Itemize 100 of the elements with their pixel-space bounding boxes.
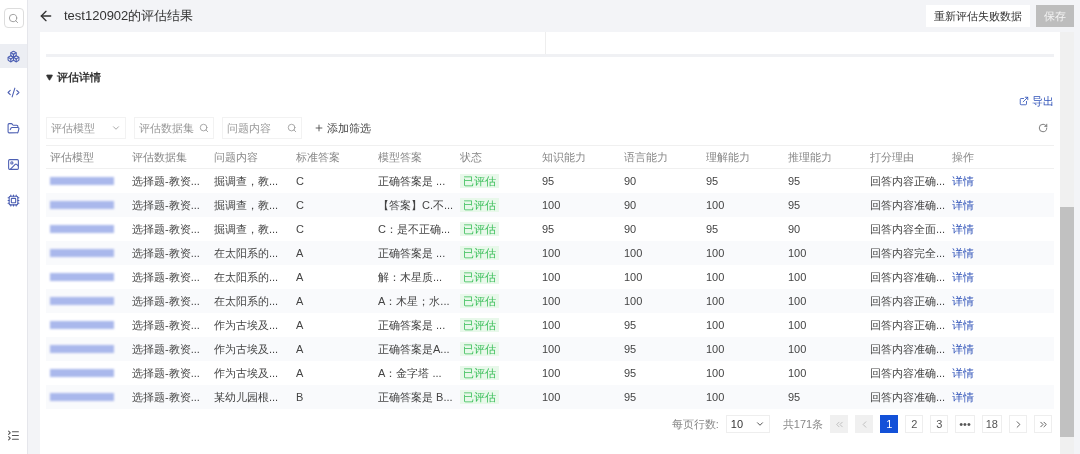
column-header: 理解能力 (706, 150, 750, 163)
table-cell: 选择题-教资... (132, 198, 200, 211)
table-cell: 回答内容全面... (870, 222, 946, 235)
table-cell: 掘调查，教... (214, 174, 279, 187)
table-cell: 100 (788, 318, 807, 331)
table-cell: 回答内容准确... (870, 342, 946, 355)
blurred-text (50, 249, 114, 257)
column-header: 推理能力 (788, 150, 832, 163)
table-cell: A (296, 294, 304, 307)
table-cell: 回答内容准确... (870, 270, 946, 283)
table-cell: 回答内容完全... (870, 246, 946, 259)
table-cell: 100 (542, 198, 561, 211)
table-cell: 解：木星质... (378, 270, 443, 283)
table-cell: 95 (706, 174, 719, 187)
table-cell: 100 (706, 318, 725, 331)
status-badge: 已评估 (460, 269, 499, 284)
section-title: 评估详情 (57, 69, 101, 85)
table-cell: 回答内容正确... (870, 174, 946, 187)
table-cell: 95 (542, 222, 555, 235)
column-header: 知识能力 (542, 150, 586, 163)
page-button[interactable]: ••• (955, 415, 975, 433)
table-cell: 100 (542, 390, 561, 403)
table-cell: 100 (788, 246, 807, 259)
last-page-button[interactable] (1034, 415, 1052, 433)
page-button[interactable]: 1 (880, 415, 899, 433)
table-cell: 95 (624, 366, 637, 379)
table-cell: 95 (788, 198, 801, 211)
table-cell: 回答内容正确... (870, 294, 946, 307)
table-cell: A：木星；水... (378, 294, 450, 307)
add-filter-button[interactable]: 添加筛选 (314, 119, 371, 137)
table-cell: 95 (706, 222, 719, 235)
details-link[interactable]: 详情 (952, 174, 974, 187)
image-icon (7, 157, 20, 171)
sidebar-item[interactable] (0, 44, 27, 68)
table-cell: 95 (788, 390, 801, 403)
table-cell: 正确答案是 ... (378, 246, 446, 259)
rows-per-page-select[interactable]: 10 (725, 415, 770, 433)
table-cell: 作为古埃及... (214, 342, 279, 355)
table-cell: 100 (788, 294, 807, 307)
table-cell: 100 (624, 270, 643, 283)
action-button[interactable]: 重新评估失败数据 (926, 5, 1030, 27)
column-header: 评估模型 (50, 150, 94, 163)
table-cell: 100 (788, 342, 807, 355)
table-cell: 【答案】C.不... (378, 198, 454, 211)
table-cell: A (296, 342, 304, 355)
table-cell: 100 (706, 342, 725, 355)
column-header: 操作 (952, 150, 974, 163)
details-link[interactable]: 详情 (952, 246, 974, 259)
details-link[interactable]: 详情 (952, 342, 974, 355)
table-cell: 选择题-教资... (132, 390, 200, 403)
blurred-text (50, 297, 114, 305)
table-cell: 100 (542, 366, 561, 379)
table-cell: 掘调查，教... (214, 222, 279, 235)
details-link[interactable]: 详情 (952, 390, 974, 403)
search-icon (199, 123, 209, 133)
export-icon (1019, 96, 1029, 106)
table-cell: 选择题-教资... (132, 294, 200, 307)
table-cell: A：金字塔 ... (378, 366, 442, 379)
table-cell: 掘调查，教... (214, 198, 279, 211)
menu-icon[interactable] (7, 429, 20, 442)
page-button[interactable]: 18 (981, 415, 1002, 433)
details-link[interactable]: 详情 (952, 294, 974, 307)
search-button[interactable] (3, 8, 24, 28)
column-header: 问题内容 (214, 150, 258, 163)
search-icon (287, 123, 297, 133)
caret-icon[interactable] (46, 73, 53, 81)
table-cell: 正确答案是 ... (378, 174, 446, 187)
status-badge: 已评估 (460, 365, 499, 380)
table-cell: 100 (706, 198, 725, 211)
status-badge: 已评估 (460, 317, 499, 332)
table-cell: 选择题-教资... (132, 366, 200, 379)
next-page-button[interactable] (1009, 415, 1027, 433)
status-badge: 已评估 (460, 245, 499, 260)
details-link[interactable]: 详情 (952, 222, 974, 235)
details-link[interactable]: 详情 (952, 318, 974, 331)
table-cell: 100 (706, 366, 725, 379)
chip-icon (7, 193, 20, 207)
details-link[interactable]: 详情 (952, 366, 974, 379)
table-cell: 100 (624, 246, 643, 259)
table-cell: 在太阳系的... (214, 246, 279, 259)
table-cell: 正确答案是 B... (378, 390, 453, 403)
back-icon[interactable] (38, 8, 54, 24)
details-link[interactable]: 详情 (952, 270, 974, 283)
table-cell: 95 (624, 390, 637, 403)
refresh-icon[interactable] (1038, 123, 1048, 133)
table-cell: 100 (542, 270, 561, 283)
chevron-down-icon (111, 123, 121, 133)
scrollbar[interactable] (1060, 32, 1074, 454)
table-cell: C (296, 222, 304, 235)
page-button[interactable]: 2 (905, 415, 924, 433)
details-link[interactable]: 详情 (952, 198, 974, 211)
page-button[interactable]: 3 (930, 415, 949, 433)
table-cell: 回答内容准确... (870, 390, 946, 403)
table-cell: 90 (788, 222, 801, 235)
table-cell: 100 (542, 246, 561, 259)
table-cell: 100 (706, 270, 725, 283)
table-cell: 选择题-教资... (132, 222, 200, 235)
table-cell: 回答内容准确... (870, 366, 946, 379)
table-cell: 回答内容正确... (870, 318, 946, 331)
export-link[interactable]: 导出 (1019, 93, 1054, 109)
